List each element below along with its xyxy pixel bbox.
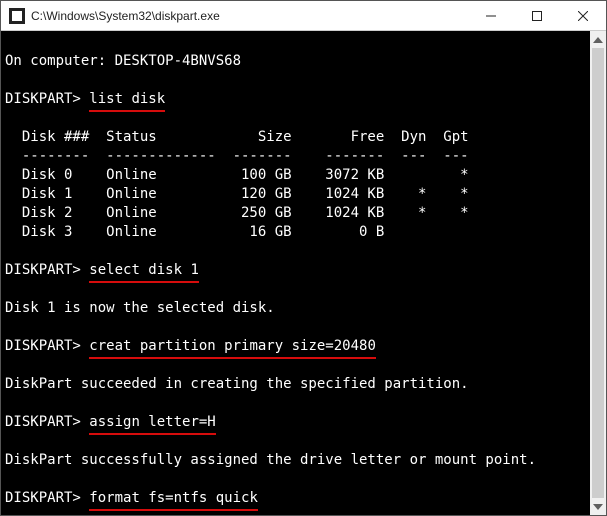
cmd-select-disk: select disk 1 bbox=[89, 261, 199, 280]
scroll-up-button[interactable] bbox=[590, 31, 606, 48]
prompt-line: DISKPART> format fs=ntfs quick bbox=[5, 490, 258, 506]
cmd-create-partition: creat partition primary size=20480 bbox=[89, 337, 376, 356]
cmd-format: format fs=ntfs quick bbox=[89, 489, 258, 508]
msg-selected: Disk 1 is now the selected disk. bbox=[5, 300, 275, 316]
app-icon bbox=[9, 8, 25, 24]
disk-table-body: Disk 0 Online 100 GB 3072 KB * Disk 1 On… bbox=[5, 167, 485, 240]
app-window: C:\Windows\System32\diskpart.exe On comp… bbox=[0, 0, 607, 516]
cmd-list-disk: list disk bbox=[89, 90, 165, 109]
msg-assign-ok: DiskPart successfully assigned the drive… bbox=[5, 452, 536, 468]
computer-line: On computer: DESKTOP-4BNVS68 bbox=[5, 53, 241, 69]
prompt-line: DISKPART> creat partition primary size=2… bbox=[5, 338, 376, 354]
cmd-assign: assign letter=H bbox=[89, 413, 215, 432]
console-output[interactable]: On computer: DESKTOP-4BNVS68 DISKPART> l… bbox=[1, 31, 606, 515]
prompt-line: DISKPART> select disk 1 bbox=[5, 262, 199, 278]
vertical-scrollbar[interactable] bbox=[590, 31, 606, 515]
prompt-line: DISKPART> list disk bbox=[5, 91, 165, 107]
maximize-button[interactable] bbox=[514, 1, 560, 31]
disk-table-header: Disk ### Status Size Free Dyn Gpt bbox=[5, 129, 485, 145]
close-button[interactable] bbox=[560, 1, 606, 31]
window-title: C:\Windows\System32\diskpart.exe bbox=[31, 9, 468, 23]
msg-partition-ok: DiskPart succeeded in creating the speci… bbox=[5, 376, 469, 392]
titlebar[interactable]: C:\Windows\System32\diskpart.exe bbox=[1, 1, 606, 31]
disk-table-separator: -------- ------------- ------- ------- -… bbox=[5, 148, 485, 164]
minimize-button[interactable] bbox=[468, 1, 514, 31]
scroll-down-button[interactable] bbox=[590, 498, 606, 515]
scrollbar-track[interactable] bbox=[590, 48, 606, 498]
prompt-line: DISKPART> assign letter=H bbox=[5, 414, 216, 430]
scrollbar-thumb[interactable] bbox=[592, 48, 604, 498]
